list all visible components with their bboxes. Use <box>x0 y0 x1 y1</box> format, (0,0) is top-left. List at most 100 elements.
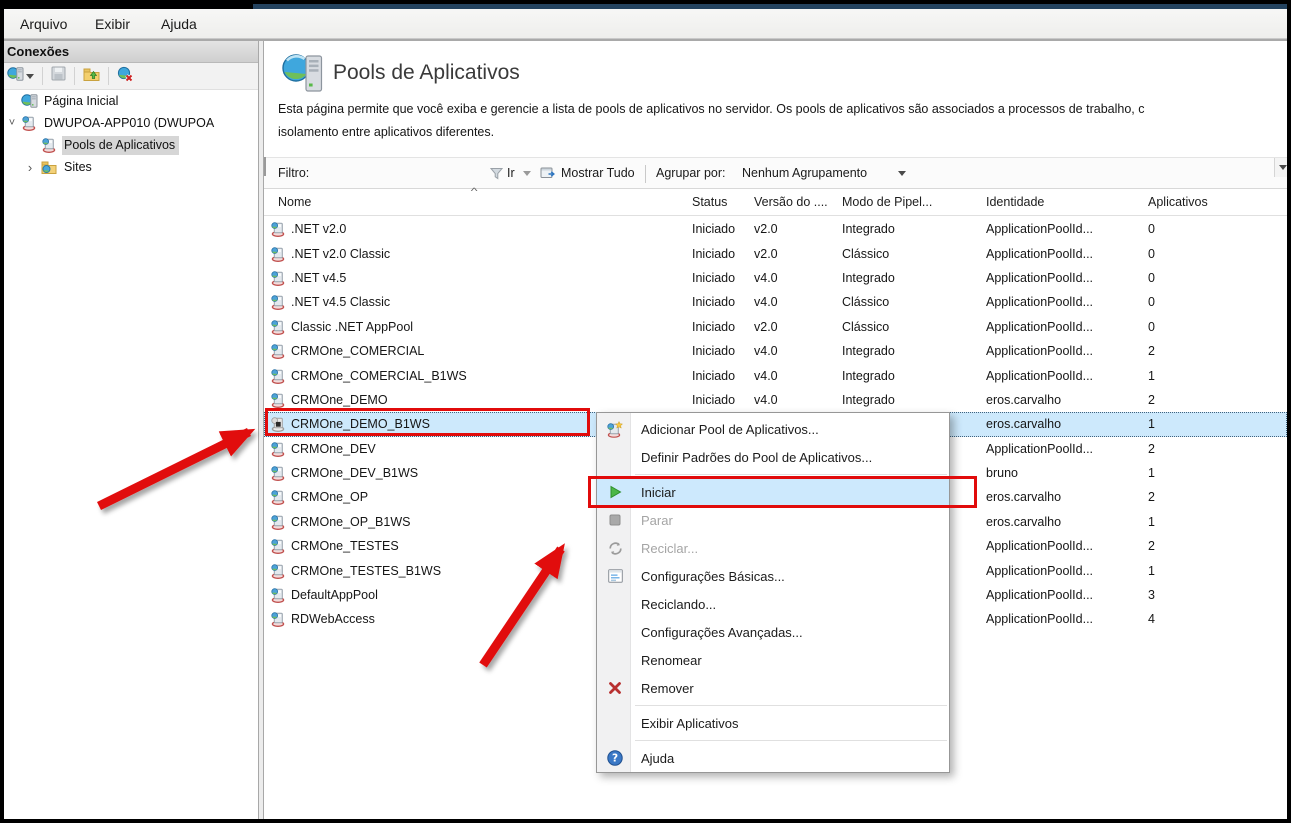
column-header-nome[interactable]: Nome <box>278 189 311 215</box>
table-row[interactable]: .NET v2.0 Classic Iniciado v2.0 Clássico… <box>264 241 1287 265</box>
app-pool-icon <box>270 368 286 384</box>
context-menu-item-reciclando[interactable]: Reciclando... <box>597 590 949 618</box>
recycle-icon <box>605 541 625 556</box>
pool-name: CRMOne_TESTES_B1WS <box>291 564 441 578</box>
tree-item-pools-de-aplicativos[interactable]: Pools de Aplicativos <box>0 134 258 156</box>
table-row[interactable]: .NET v2.0 Iniciado v2.0 Integrado Applic… <box>264 217 1287 241</box>
pool-applications-count: 3 <box>1148 583 1155 607</box>
context-menu-separator <box>635 705 947 706</box>
sites-folder-icon <box>40 160 58 174</box>
context-menu-item-label: Parar <box>641 513 673 528</box>
filter-input[interactable] <box>264 157 266 176</box>
pool-name: CRMOne_DEV <box>291 442 376 456</box>
pool-status: Iniciado <box>692 266 735 290</box>
context-menu-item-label: Configurações Avançadas... <box>641 625 803 640</box>
pool-pipeline-mode: Clássico <box>842 315 889 339</box>
help-icon: ? <box>605 750 625 766</box>
stop-icon <box>605 514 625 526</box>
filter-dropdown-button[interactable] <box>1274 158 1291 177</box>
pool-applications-count: 1 <box>1148 412 1155 436</box>
tree-item-sites[interactable]: › Sites <box>0 156 258 178</box>
app-pool-icon <box>270 343 286 359</box>
panel-splitter[interactable] <box>258 41 264 823</box>
save-connection-icon <box>51 66 66 86</box>
pool-identity: ApplicationPoolId... <box>986 607 1093 631</box>
context-menu-item-label: Renomear <box>641 653 702 668</box>
go-button[interactable]: Ir <box>507 158 515 188</box>
column-header-status[interactable]: Status <box>692 189 727 215</box>
context-menu-item-exibir-aplicativos[interactable]: Exibir Aplicativos <box>597 709 949 737</box>
group-by-select[interactable]: Nenhum Agrupamento <box>742 158 867 188</box>
table-row[interactable]: .NET v4.5 Iniciado v4.0 Integrado Applic… <box>264 266 1287 290</box>
pool-identity: ApplicationPoolId... <box>986 534 1093 558</box>
group-by-dropdown-button[interactable] <box>898 158 906 188</box>
table-row[interactable]: Classic .NET AppPool Iniciado v2.0 Cláss… <box>264 315 1287 339</box>
chevron-down-icon <box>523 171 531 176</box>
context-menu-item-remover[interactable]: Remover <box>597 674 949 702</box>
context-menu-item-parar: Parar <box>597 506 949 534</box>
connections-panel-title: Conexões <box>0 41 258 63</box>
context-menu-item-configura-es-avan-adas[interactable]: Configurações Avançadas... <box>597 618 949 646</box>
table-row[interactable]: CRMOne_COMERCIAL_B1WS Iniciado v4.0 Inte… <box>264 363 1287 387</box>
pool-identity: ApplicationPoolId... <box>986 217 1093 241</box>
pool-applications-count: 1 <box>1148 510 1155 534</box>
up-level-button[interactable] <box>81 65 102 87</box>
context-menu-item-configura-es-b-sicas[interactable]: Configurações Básicas... <box>597 562 949 590</box>
pool-name: CRMOne_COMERCIAL_B1WS <box>291 369 467 383</box>
go-options-button[interactable] <box>523 158 531 188</box>
menu-exibir[interactable]: Exibir <box>89 9 136 39</box>
app-pool-icon <box>270 489 286 505</box>
annotation-box-selected-pool <box>265 408 590 436</box>
pool-identity: ApplicationPoolId... <box>986 339 1093 363</box>
column-header-versao[interactable]: Versão do .... <box>754 189 828 215</box>
tree-expander-icon[interactable]: ˅ <box>6 117 18 129</box>
tree-item-dwupoa-app010-dwupoa[interactable]: ˅ DWUPOA-APP010 (DWUPOA <box>0 112 258 134</box>
column-header-modo[interactable]: Modo de Pipel... <box>842 189 932 215</box>
pool-version: v2.0 <box>754 217 778 241</box>
save-connections-button[interactable] <box>49 65 68 87</box>
app-pool-icon <box>40 137 58 153</box>
pool-version: v2.0 <box>754 315 778 339</box>
create-connection-button[interactable] <box>5 65 36 88</box>
pool-identity: eros.carvalho <box>986 388 1061 412</box>
pool-pipeline-mode: Clássico <box>842 241 889 265</box>
app-pool-icon <box>270 392 286 408</box>
app-pool-icon <box>270 465 286 481</box>
delete-connection-button[interactable] <box>115 65 136 88</box>
app-pool-icon <box>270 587 286 603</box>
pool-pipeline-mode: Integrado <box>842 266 895 290</box>
toolbar-divider <box>645 165 646 183</box>
pool-version: v4.0 <box>754 266 778 290</box>
pool-pipeline-mode: Integrado <box>842 217 895 241</box>
pool-applications-count: 0 <box>1148 290 1155 314</box>
tree-item-label: Pools de Aplicativos <box>62 136 179 155</box>
context-menu: Adicionar Pool de Aplicativos... Definir… <box>596 412 950 773</box>
pool-applications-count: 2 <box>1148 437 1155 461</box>
show-all-button[interactable]: Mostrar Tudo <box>561 158 635 188</box>
menu-arquivo[interactable]: Arquivo <box>14 9 73 39</box>
up-folder-icon <box>83 66 100 86</box>
filter-label: Filtro: <box>278 158 309 188</box>
context-menu-item-ajuda[interactable]: ? Ajuda <box>597 744 949 772</box>
column-header-aplicativos[interactable]: Aplicativos <box>1148 189 1208 215</box>
title-bar-remnant <box>0 0 1291 9</box>
filter-toolbar: Filtro: Ir Mostrar Tudo Agrupar por: Nen… <box>264 157 1291 189</box>
context-menu-item-renomear[interactable]: Renomear <box>597 646 949 674</box>
table-row[interactable]: .NET v4.5 Classic Iniciado v4.0 Clássico… <box>264 290 1287 314</box>
tree-item-p-gina-inicial[interactable]: Página Inicial <box>0 90 258 112</box>
pool-identity: ApplicationPoolId... <box>986 315 1093 339</box>
context-menu-item-label: Remover <box>641 681 694 696</box>
menu-ajuda[interactable]: Ajuda <box>155 9 203 39</box>
pool-applications-count: 2 <box>1148 339 1155 363</box>
context-menu-item-definir-padr-es-do-pool-de-aplicativos[interactable]: Definir Padrões do Pool de Aplicativos..… <box>597 443 949 471</box>
tree-expander-icon[interactable]: › <box>24 160 36 175</box>
table-row[interactable]: CRMOne_COMERCIAL Iniciado v4.0 Integrado… <box>264 339 1287 363</box>
pool-name: CRMOne_DEMO <box>291 393 388 407</box>
toolbar-divider <box>74 67 75 85</box>
column-header-identidade[interactable]: Identidade <box>986 189 1044 215</box>
pool-identity: eros.carvalho <box>986 485 1061 509</box>
context-menu-item-adicionar-pool-de-aplicativos[interactable]: Adicionar Pool de Aplicativos... <box>597 415 949 443</box>
annotation-box-iniciar <box>588 476 977 508</box>
pool-applications-count: 0 <box>1148 241 1155 265</box>
app-pool-icon <box>270 514 286 530</box>
